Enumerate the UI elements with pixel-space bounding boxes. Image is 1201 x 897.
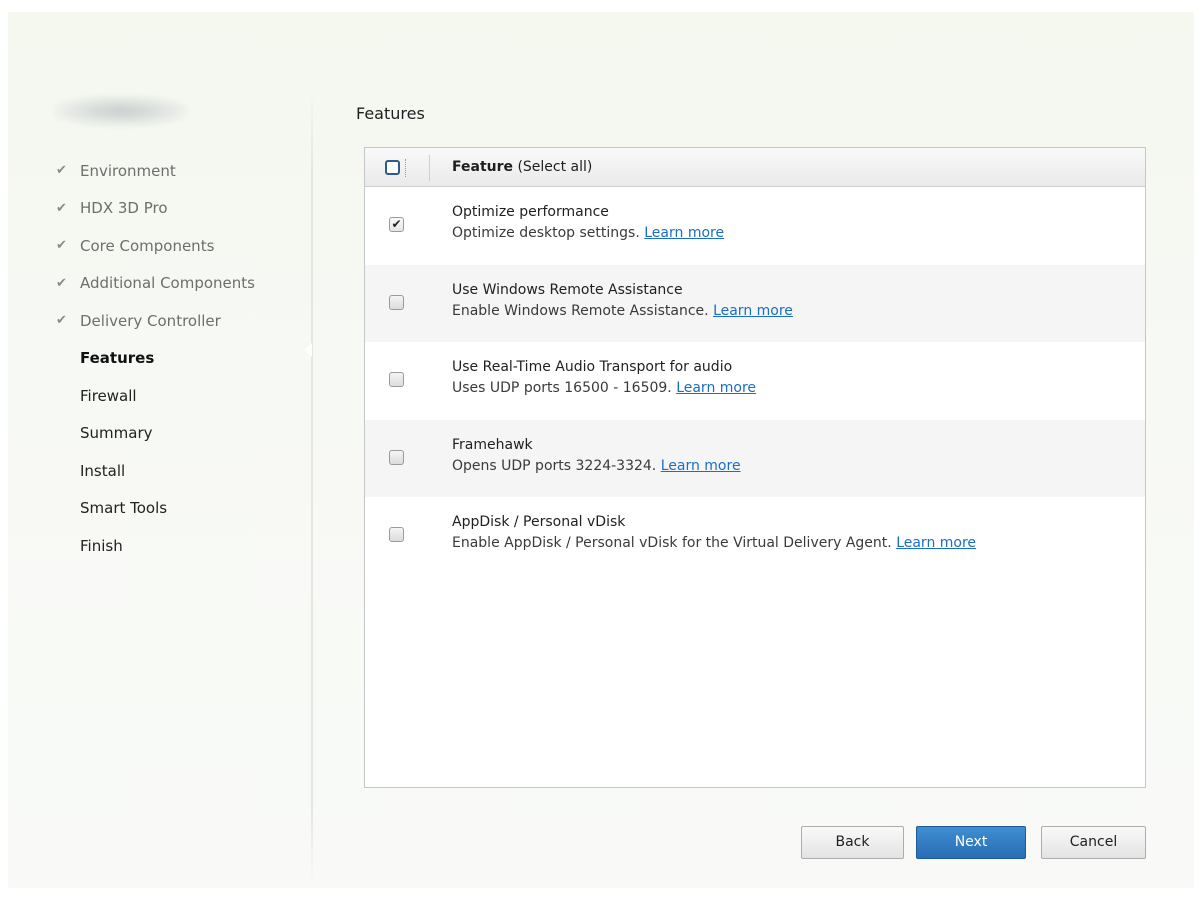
- feature-description-text: Enable AppDisk / Personal vDisk for the …: [452, 535, 892, 551]
- feature-column-header[interactable]: Feature (Select all): [452, 159, 592, 175]
- sidebar-divider: [311, 90, 313, 886]
- step-label: Smart Tools: [80, 499, 168, 518]
- step-label: Finish: [80, 536, 123, 555]
- checkmark-icon: ✔: [391, 217, 402, 231]
- checkmark-icon: ✔: [56, 238, 67, 254]
- step-environment: ✔ Environment: [56, 152, 255, 190]
- learn-more-link[interactable]: Learn more: [644, 225, 724, 241]
- feature-description: Enable AppDisk / Personal vDisk for the …: [452, 535, 976, 551]
- select-all-checkbox[interactable]: [385, 160, 400, 175]
- feature-checkbox[interactable]: [389, 294, 404, 310]
- cancel-button[interactable]: Cancel: [1041, 826, 1146, 859]
- page-title: Features: [356, 104, 425, 123]
- step-label: Firewall: [80, 386, 137, 405]
- checkmark-icon: ✔: [56, 200, 67, 216]
- feature-description-text: Uses UDP ports 16500 - 16509.: [452, 380, 672, 396]
- feature-title: Framehawk: [452, 436, 533, 453]
- checkmark-icon: ✔: [56, 275, 67, 291]
- feature-row[interactable]: AppDisk / Personal vDisk Enable AppDisk /…: [365, 497, 1145, 575]
- feature-row[interactable]: Use Windows Remote Assistance Enable Wind…: [365, 264, 1145, 342]
- feature-row[interactable]: Use Real-Time Audio Transport for audio U…: [365, 342, 1145, 420]
- installer-window: ✔ Environment ✔ HDX 3D Pro ✔ Core Components ✔…: [8, 12, 1194, 888]
- learn-more-link[interactable]: Learn more: [713, 303, 793, 319]
- feature-title: Use Windows Remote Assistance: [452, 281, 683, 298]
- next-button[interactable]: Next: [916, 826, 1026, 859]
- step-core-components: ✔ Core Components: [56, 227, 255, 265]
- step-delivery-controller: ✔ Delivery Controller: [56, 302, 255, 340]
- feature-row[interactable]: Framehawk Opens UDP ports 3224-3324. Lear…: [365, 419, 1145, 497]
- learn-more-link[interactable]: Learn more: [676, 380, 756, 396]
- table-header: Feature (Select all): [365, 148, 1145, 187]
- checkmark-icon: ✔: [56, 163, 67, 179]
- step-features: Features: [56, 340, 255, 378]
- learn-more-link[interactable]: Learn more: [661, 458, 741, 474]
- step-smart-tools: Smart Tools: [56, 490, 255, 528]
- product-logo: [54, 96, 188, 126]
- feature-checkbox[interactable]: [389, 449, 404, 465]
- step-list: ✔ Environment ✔ HDX 3D Pro ✔ Core Components ✔…: [56, 152, 255, 565]
- step-hdx-3d-pro: ✔ HDX 3D Pro: [56, 190, 255, 228]
- feature-description-text: Optimize desktop settings.: [452, 225, 640, 241]
- step-firewall: Firewall: [56, 377, 255, 415]
- step-additional-components: ✔ Additional Components: [56, 265, 255, 303]
- step-label: Delivery Controller: [80, 311, 221, 330]
- checkmark-icon: ✔: [56, 313, 67, 329]
- step-summary: Summary: [56, 415, 255, 453]
- step-label: Summary: [80, 424, 153, 443]
- active-step-pointer-icon: [304, 343, 312, 357]
- step-label: Environment: [80, 161, 176, 180]
- step-install: Install: [56, 452, 255, 490]
- feature-description: Optimize desktop settings. Learn more: [452, 225, 724, 241]
- back-button[interactable]: Back: [801, 826, 904, 859]
- feature-title: AppDisk / Personal vDisk: [452, 514, 626, 530]
- feature-description: Uses UDP ports 16500 - 16509. Learn more: [452, 380, 756, 396]
- feature-row[interactable]: ✔ Optimize performance Optimize desktop se…: [365, 187, 1145, 265]
- feature-description-text: Enable Windows Remote Assistance.: [452, 302, 709, 319]
- feature-title: Use Real-Time Audio Transport for audio: [452, 359, 733, 375]
- feature-rows: ✔ Optimize performance Optimize desktop se…: [365, 187, 1145, 575]
- select-all-label[interactable]: (Select all): [517, 159, 592, 175]
- step-label: Install: [80, 461, 126, 480]
- feature-checkbox[interactable]: [389, 372, 404, 387]
- column-resize-grip[interactable]: [405, 159, 409, 177]
- feature-checkbox[interactable]: ✔: [389, 217, 404, 232]
- feature-checkbox[interactable]: [389, 527, 404, 542]
- step-label: Additional Components: [80, 274, 255, 293]
- step-label: HDX 3D Pro: [80, 199, 168, 218]
- feature-description: Enable Windows Remote Assistance. Learn …: [452, 303, 793, 319]
- feature-title: Optimize performance: [452, 204, 609, 220]
- step-finish: Finish: [56, 527, 255, 565]
- sidebar: ✔ Environment ✔ HDX 3D Pro ✔ Core Components ✔…: [8, 12, 312, 888]
- feature-description-text: Opens UDP ports 3224-3324.: [452, 457, 657, 474]
- step-label: Core Components: [80, 236, 215, 255]
- step-label: Features: [80, 349, 155, 368]
- feature-column-label: Feature: [452, 159, 513, 175]
- learn-more-link[interactable]: Learn more: [896, 535, 976, 551]
- feature-description: Opens UDP ports 3224-3324. Learn more: [452, 458, 741, 474]
- header-separator: [429, 155, 430, 181]
- features-table: Feature (Select all) ✔ Optimize performan…: [364, 147, 1146, 788]
